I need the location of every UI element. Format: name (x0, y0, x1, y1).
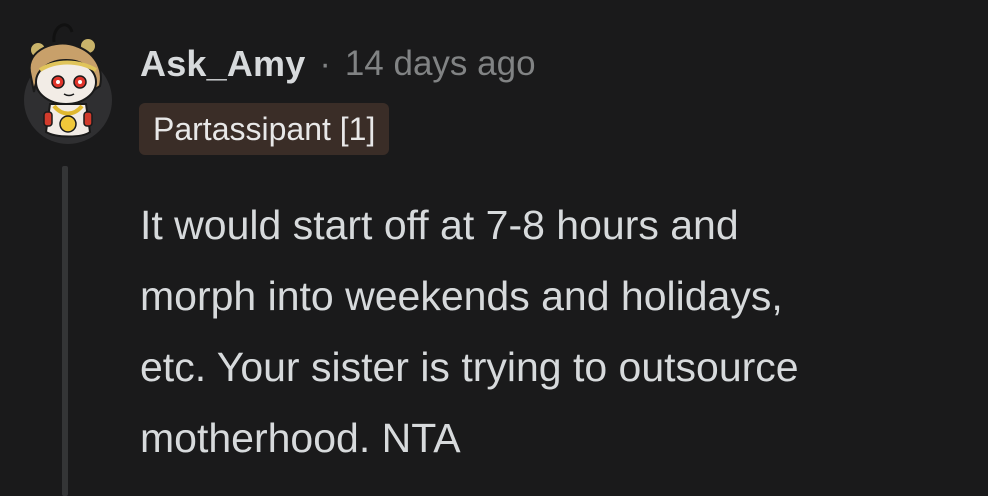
comment-meta: Ask_Amy · 14 days ago (140, 38, 536, 90)
meta-separator: · (319, 44, 331, 83)
user-avatar[interactable] (16, 20, 120, 144)
thread-collapse-line[interactable] (62, 166, 68, 496)
comment-body-line: etc. Your sister is trying to outsource (140, 344, 799, 390)
comment-body-line: motherhood. NTA (140, 415, 461, 461)
comment-body-line: morph into weekends and holidays, (140, 273, 783, 319)
comment-body-line: It would start off at 7-8 hours and (140, 202, 739, 248)
snoo-avatar-icon (24, 23, 112, 144)
comment: Ask_Amy · 14 days ago Partassipant [1] I… (0, 0, 988, 496)
comment-body: It would start off at 7-8 hours and morp… (140, 190, 970, 474)
timestamp-link[interactable]: 14 days ago (345, 44, 536, 84)
username-link[interactable]: Ask_Amy (140, 43, 306, 85)
user-flair: Partassipant [1] (139, 103, 390, 155)
